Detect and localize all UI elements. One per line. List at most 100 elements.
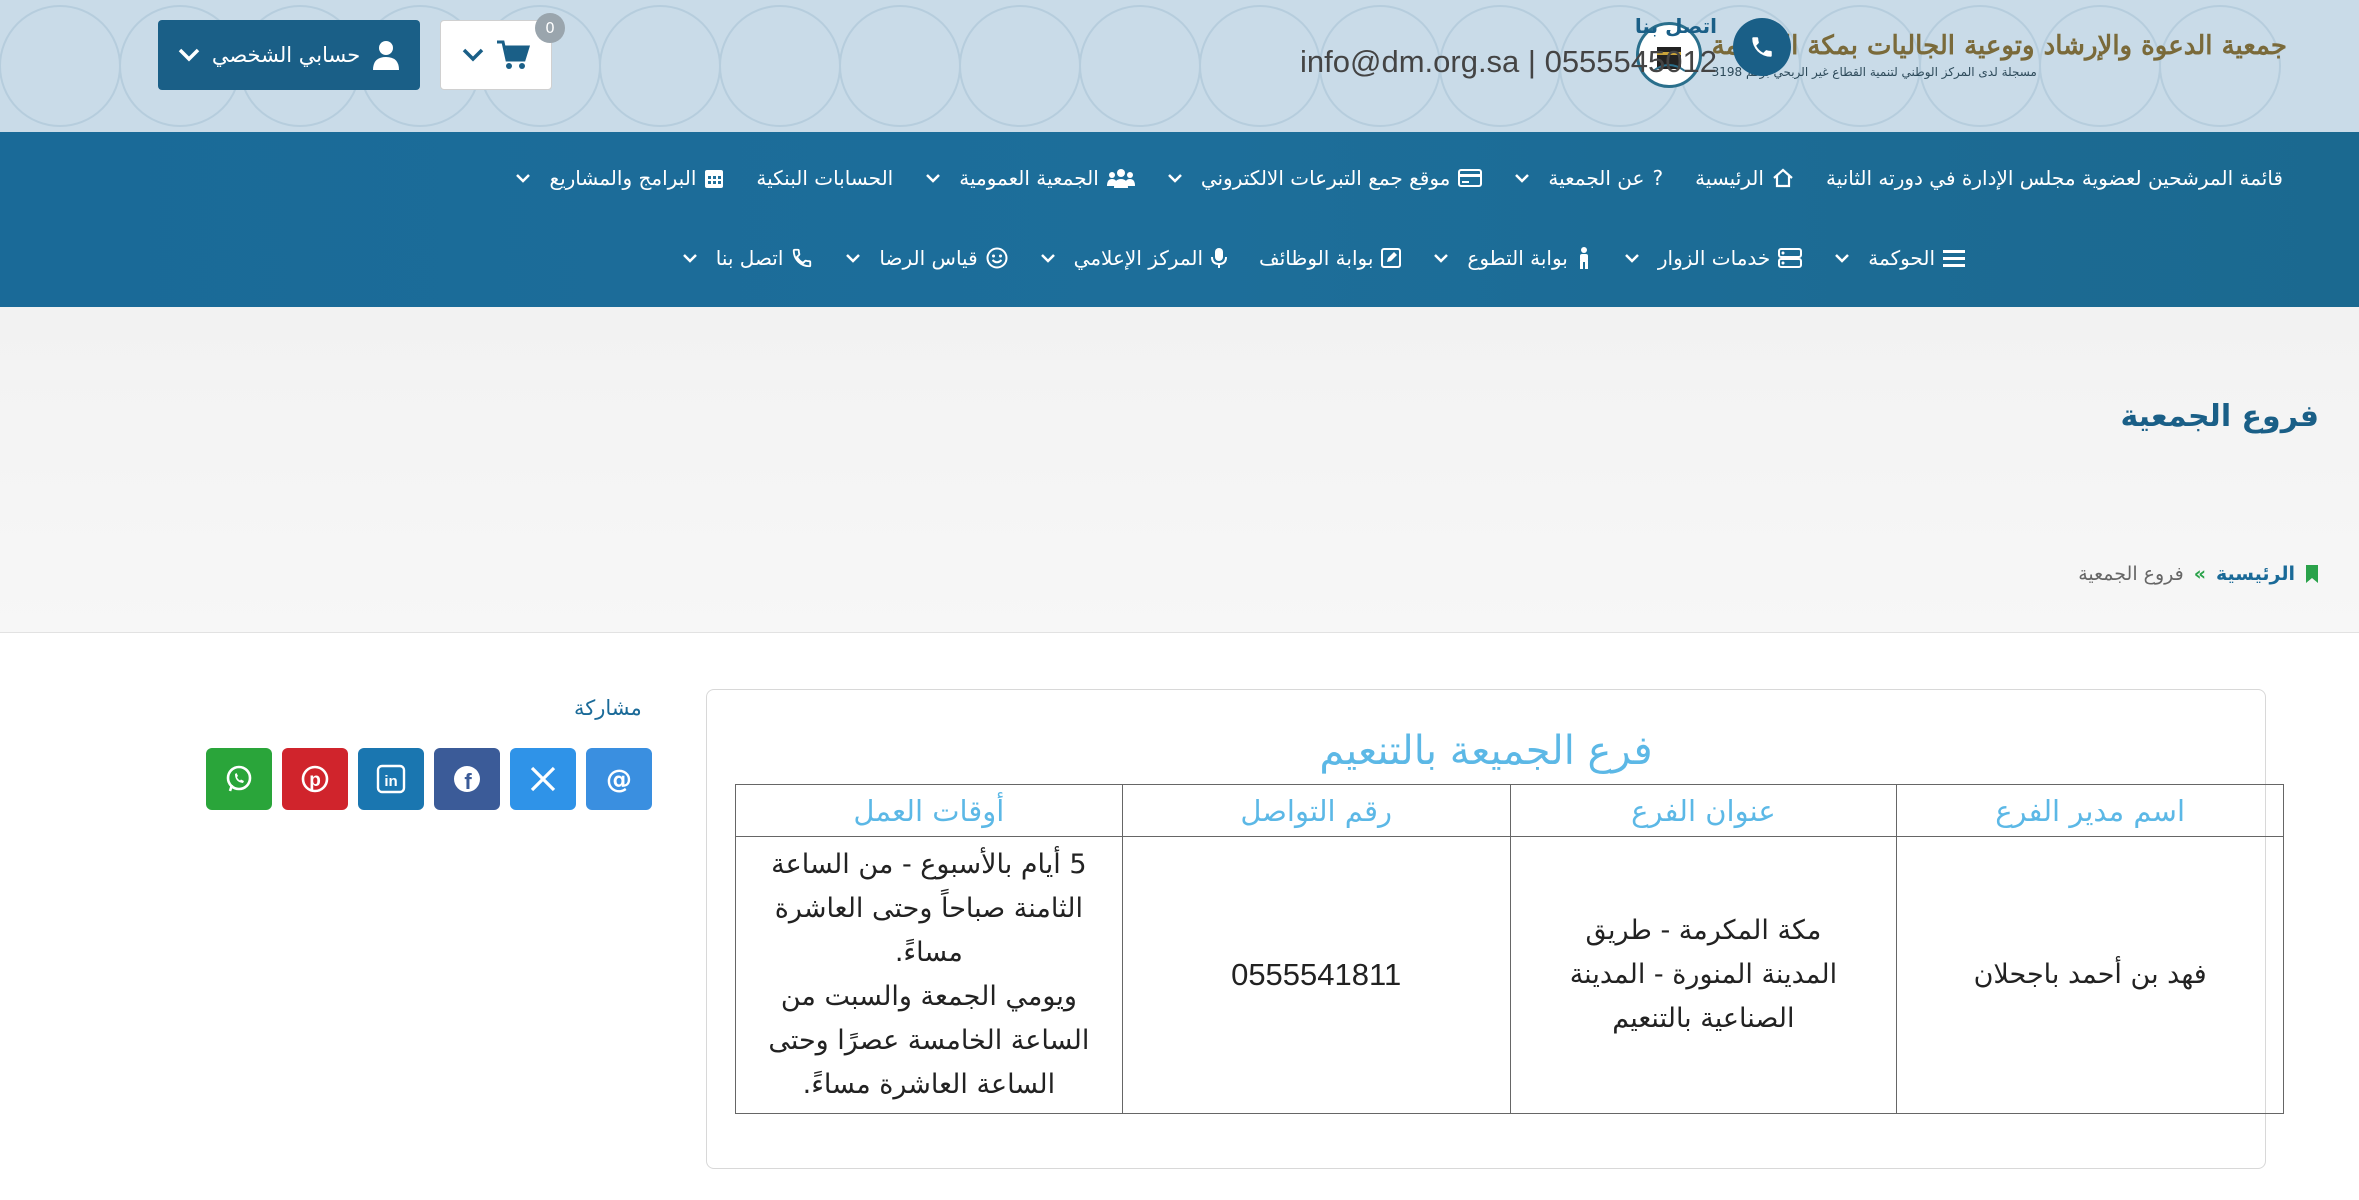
account-label: حسابي الشخصي: [211, 43, 361, 67]
breadcrumb-separator: »: [2193, 563, 2207, 585]
column-header-address: عنوان الفرع: [1509, 784, 1898, 837]
at-sign-icon: @: [606, 765, 632, 795]
microphone-icon: [1211, 248, 1228, 268]
nav-row-2: الحوكمة خدمات الزوار بوابة التطوع بوابة …: [666, 236, 1981, 280]
nav-item-label: بوابة التطوع: [1467, 246, 1568, 270]
share-facebook-button[interactable]: f: [434, 748, 500, 810]
nav-item-visitor-services[interactable]: خدمات الزوار: [1608, 236, 1818, 280]
phone-circle-icon[interactable]: [1733, 18, 1791, 76]
nav-item-programs[interactable]: البرامج والمشاريع: [499, 156, 740, 200]
nav-item-bank-accounts[interactable]: الحسابات البنكية: [740, 156, 909, 200]
chevron-down-icon: [1515, 174, 1530, 183]
branch-title: فرع الجميعة بالتنعيم: [1319, 728, 1653, 774]
contact-info[interactable]: info@dm.org.sa | 0555545012: [1300, 44, 1717, 80]
server-icon: [1778, 248, 1803, 268]
cell-hours: 5 أيام بالأسبوع - من الساعة الثامنة صباح…: [735, 836, 1123, 1114]
cell-address: مكة المكرمة - طريق المدينة المنورة - الم…: [1509, 836, 1898, 1114]
nav-item-governance[interactable]: الحوكمة: [1818, 236, 1981, 280]
credit-card-icon: [1458, 169, 1483, 187]
breadcrumb-current: فروع الجمعية: [2078, 563, 2184, 585]
chevron-down-icon: [926, 174, 941, 183]
chevron-down-icon: [462, 48, 484, 62]
contact-block: اتصل بنا info@dm.org.sa | 0555545012: [1300, 14, 1791, 80]
main-navigation: قائمة المرشحين لعضوية مجلس الإدارة في دو…: [0, 132, 2359, 307]
breadcrumb: الرئيسية » فروع الجمعية: [2078, 563, 2319, 585]
contact-label[interactable]: اتصل بنا: [1300, 14, 1717, 38]
nav-item-home[interactable]: الرئيسية: [1679, 156, 1810, 200]
account-button[interactable]: حسابي الشخصي: [158, 20, 420, 90]
chevron-down-icon: [846, 254, 861, 263]
x-icon: [530, 766, 556, 792]
svg-text:@: @: [606, 765, 632, 795]
chevron-down-icon: [1040, 254, 1055, 263]
nav-item-satisfaction[interactable]: قياس الرضا: [829, 236, 1023, 280]
nav-item-volunteer[interactable]: بوابة التطوع: [1417, 236, 1607, 280]
page-title: فروع الجمعية: [2120, 399, 2319, 434]
bars-icon: [1943, 250, 1965, 267]
chevron-down-icon: [1434, 254, 1449, 263]
hours-weekdays: 5 أيام بالأسبوع - من الساعة الثامنة صباح…: [771, 849, 1087, 968]
cart-count-badge: 0: [535, 13, 565, 43]
nav-item-label: اتصل بنا: [715, 246, 784, 270]
table-header-row: اسم مدير الفرع عنوان الفرع رقم التواصل أ…: [735, 784, 2284, 837]
chevron-down-icon: [516, 174, 531, 183]
nav-item-label: موقع جمع التبرعات الالكتروني: [1200, 166, 1451, 190]
share-buttons: p in f @: [206, 748, 652, 810]
nav-item-label: قائمة المرشحين لعضوية مجلس الإدارة في دو…: [1825, 166, 2283, 190]
share-linkedin-button[interactable]: in: [358, 748, 424, 810]
pinterest-icon: p: [301, 765, 329, 793]
bookmark-icon: [2306, 565, 2318, 583]
share-label: مشاركة: [574, 696, 642, 720]
nav-item-candidates[interactable]: قائمة المرشحين لعضوية مجلس الإدارة في دو…: [1810, 156, 2299, 200]
cart-icon: [497, 40, 530, 69]
branch-card: فرع الجميعة بالتنعيم اسم مدير الفرع عنوا…: [706, 689, 2284, 1169]
site-logo[interactable]: جمعية الدعوة والإرشاد وتوعية الجاليات بم…: [1635, 16, 2287, 94]
logo-title: جمعية الدعوة والإرشاد وتوعية الجاليات بم…: [1711, 31, 2287, 61]
calendar-icon: [705, 170, 724, 188]
facebook-icon: f: [454, 766, 480, 794]
cell-manager: فهد بن أحمد باجحلان: [1896, 836, 2284, 1114]
edit-icon: [1381, 248, 1402, 268]
home-icon: [1773, 168, 1793, 188]
user-icon: [373, 41, 400, 70]
question-icon: ?: [1652, 166, 1664, 190]
chevron-down-icon: [1167, 174, 1182, 183]
column-header-manager: اسم مدير الفرع: [1896, 784, 2284, 837]
breadcrumb-home-link[interactable]: الرئيسية: [2216, 563, 2295, 585]
child-icon: [1579, 247, 1588, 269]
cell-phone: 0555541811: [1121, 836, 1511, 1114]
nav-item-label: الرئيسية: [1695, 166, 1764, 190]
page-header: فروع الجمعية الرئيسية » فروع الجمعية: [0, 307, 2359, 633]
nav-item-label: بوابة الوظائف: [1259, 246, 1374, 270]
share-whatsapp-button[interactable]: [206, 748, 272, 810]
nav-item-label: الحسابات البنكية: [756, 166, 894, 190]
chevron-down-icon: [682, 254, 697, 263]
nav-item-media-center[interactable]: المركز الإعلامي: [1024, 236, 1243, 280]
svg-text:p: p: [309, 770, 321, 791]
table-row: فهد بن أحمد باجحلان مكة المكرمة - طريق ا…: [735, 836, 2284, 1114]
nav-item-label: البرامج والمشاريع: [549, 166, 697, 190]
nav-item-label: قياس الرضا: [879, 246, 978, 270]
nav-item-label: المركز الإعلامي: [1073, 246, 1204, 270]
nav-item-label: الحوكمة: [1868, 246, 1935, 270]
nav-item-jobs[interactable]: بوابة الوظائف: [1243, 236, 1417, 280]
nav-row-1: قائمة المرشحين لعضوية مجلس الإدارة في دو…: [499, 156, 2299, 200]
svg-text:in: in: [384, 773, 397, 790]
nav-item-general-assembly[interactable]: الجمعية العمومية: [909, 156, 1151, 200]
column-header-hours: أوقات العمل: [735, 784, 1123, 837]
smile-icon: [986, 247, 1008, 269]
chevron-down-icon: [1835, 254, 1850, 263]
chevron-down-icon: [1624, 254, 1639, 263]
column-header-phone: رقم التواصل: [1121, 784, 1511, 837]
nav-item-contact[interactable]: اتصل بنا: [666, 236, 830, 280]
share-x-button[interactable]: [510, 748, 576, 810]
nav-item-about[interactable]: ? عن الجمعية: [1498, 156, 1679, 200]
share-pinterest-button[interactable]: p: [282, 748, 348, 810]
nav-item-label: عن الجمعية: [1548, 166, 1645, 190]
share-email-button[interactable]: @: [586, 748, 652, 810]
phone-icon: [793, 248, 812, 268]
cart-button[interactable]: 0: [440, 13, 565, 90]
top-header: جمعية الدعوة والإرشاد وتوعية الجاليات بم…: [0, 0, 2359, 132]
nav-item-donations[interactable]: موقع جمع التبرعات الالكتروني: [1151, 156, 1499, 200]
nav-item-label: خدمات الزوار: [1657, 246, 1771, 270]
